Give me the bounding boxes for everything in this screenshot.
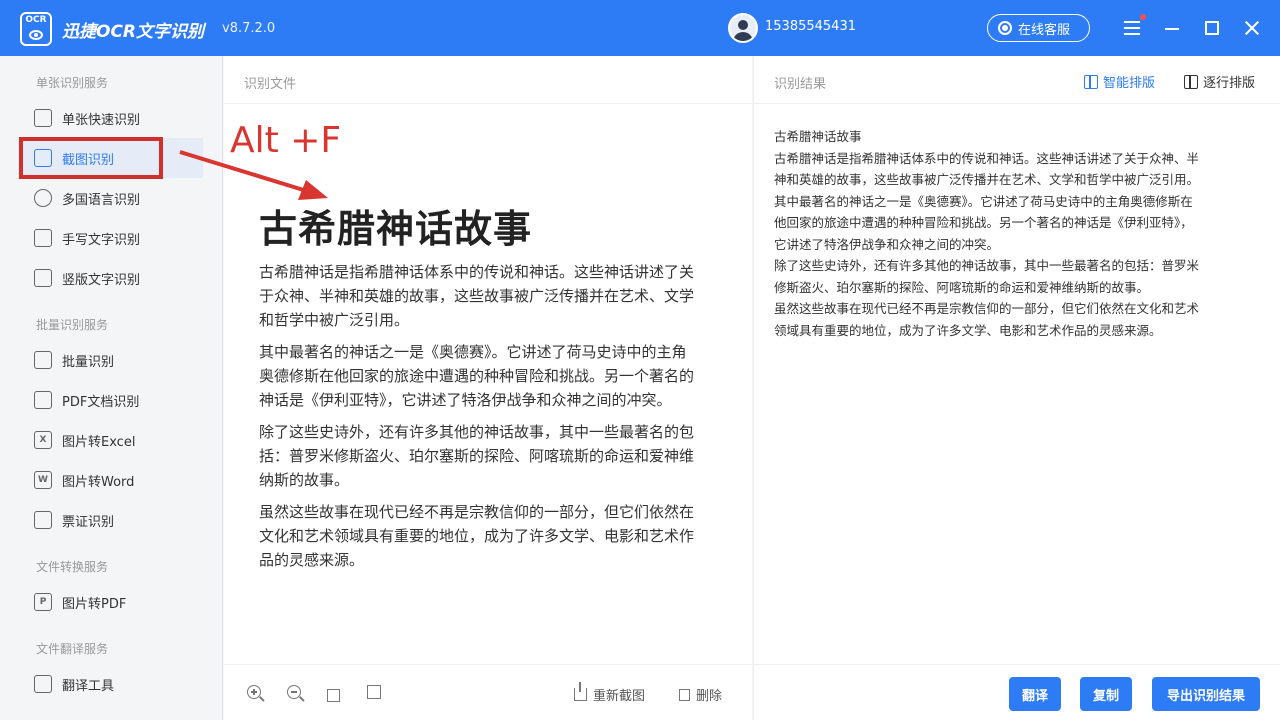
sidebar-item-label: 单张快速识别 [62,112,141,128]
result-text[interactable]: 古希腊神话故事 古希腊神话是指希腊神话体系中的传说和神话。这些神话讲述了关于众神… [774,126,1264,341]
sidebar-item-translate-tool[interactable]: 翻译工具 [18,664,203,704]
annotation-arrow-icon [179,150,328,200]
sidebar-item-label: 多国语言识别 [62,192,141,208]
copy-icon [34,351,52,369]
document-paragraph: 除了这些史诗外，还有许多其他的神话故事，其中一些最著名的包 括：普罗米修斯盗火、珀… [259,423,695,489]
pdf-icon [34,391,52,409]
user-phone[interactable]: 15385545431 [765,19,856,34]
section-title-single: 单张识别服务 [36,76,109,90]
sidebar-item-label: 手写文字识别 [62,232,141,248]
excel-icon: X [34,431,52,449]
list-icon [1184,74,1198,89]
app-name: 迅捷OCR文字识别 [62,22,205,42]
highlight-box [19,137,163,179]
delete-button[interactable]: 删除 [679,685,722,704]
line-layout-button[interactable]: 逐行排版 [1184,72,1255,91]
sidebar-item-pdf-ocr[interactable]: PDF文档识别 [18,380,203,420]
title-bar: OCR 迅捷OCR文字识别 v8.7.2.0 15385545431 在线客服 [0,0,1280,56]
export-button[interactable]: 导出识别结果 [1152,677,1260,711]
section-title-translate: 文件翻译服务 [36,642,109,656]
sidebar-item-label: 翻译工具 [62,678,115,694]
smart-layout-label: 智能排版 [1103,76,1156,91]
translate-button[interactable]: 翻译 [1009,677,1061,711]
headset-icon [998,21,1012,35]
sidebar-item-label: 图片转PDF [62,596,127,612]
avatar[interactable] [728,13,758,43]
copy-button[interactable]: 复制 [1080,677,1132,711]
online-service-button[interactable]: 在线客服 [987,14,1090,42]
layout-icon [1084,74,1098,89]
pdf-file-icon: P [34,593,52,611]
document-paragraph: 虽然这些故事在现代已经不再是宗教信仰的一部分，但它们依然在 文化和艺术领域具有重要… [259,503,695,569]
upload-icon [574,682,587,701]
online-service-label: 在线客服 [1018,22,1071,38]
rotate-icon[interactable] [327,689,340,702]
source-panel-title: 识别文件 [224,56,752,104]
sidebar-item-handwriting-ocr[interactable]: 手写文字识别 [18,218,203,258]
logo-text: OCR [25,15,47,25]
sidebar-item-label: 票证识别 [62,514,115,530]
vertical-text-icon [34,269,52,287]
id-card-icon [34,511,52,529]
sidebar-item-label: 图片转Word [62,474,135,490]
sidebar-item-image-to-word[interactable]: W 图片转Word [18,460,203,500]
delete-label: 删除 [696,689,723,704]
word-icon: W [34,471,52,489]
pen-icon [34,229,52,247]
maximize-icon[interactable] [1200,16,1224,40]
section-title-batch: 批量识别服务 [36,318,109,332]
sidebar-item-label: 批量识别 [62,354,115,370]
sidebar-item-label: 竖版文字识别 [62,272,141,288]
sidebar-item-label: PDF文档识别 [62,394,140,410]
recapture-button[interactable]: 重新截图 [574,682,646,704]
sidebar-item-vertical-ocr[interactable]: 竖版文字识别 [18,258,203,298]
sidebar-item-image-to-pdf[interactable]: P 图片转PDF [18,582,203,622]
minimize-icon[interactable] [1160,16,1184,40]
section-title-convert: 文件转换服务 [36,560,109,574]
app-version: v8.7.2.0 [222,21,276,36]
smart-layout-button[interactable]: 智能排版 [1084,72,1155,91]
line-layout-label: 逐行排版 [1203,76,1256,91]
translate-icon [34,675,52,693]
sidebar-item-batch-ocr[interactable]: 批量识别 [18,340,203,380]
globe-icon [34,189,52,207]
document-paragraph: 其中最著名的神话之一是《奥德赛》。它讲述了荷马史诗中的主角 奥德修斯在他回家的旅途… [259,343,695,409]
sidebar-item-image-to-excel[interactable]: X 图片转Excel [18,420,203,460]
zoom-in-icon[interactable] [247,685,261,699]
result-panel: 识别结果 智能排版 逐行排版 古希腊神话故事 古希腊神话是指希腊神话体系中的传说… [753,56,1280,720]
recapture-label: 重新截图 [593,689,646,704]
document-paragraph: 古希腊神话是指希腊神话体系中的传说和神话。这些神话讲述了关 于众神、半神和英雄的故… [259,263,695,329]
trash-icon [679,688,690,701]
sidebar-item-quick-ocr[interactable]: 单张快速识别 [18,98,203,138]
notification-dot [1140,14,1146,20]
source-toolbar: 重新截图 删除 [224,664,752,720]
zoom-out-icon[interactable] [287,685,301,699]
close-icon[interactable] [1240,16,1264,40]
sidebar-item-id-ocr[interactable]: 票证识别 [18,500,203,540]
menu-icon[interactable] [1120,14,1146,40]
image-scan-icon [34,109,52,127]
result-toolbar: 翻译 复制 导出识别结果 [754,664,1280,720]
fit-screen-icon[interactable] [367,685,381,699]
sidebar-item-label: 图片转Excel [62,434,136,450]
ocr-logo-icon: OCR [20,12,52,46]
